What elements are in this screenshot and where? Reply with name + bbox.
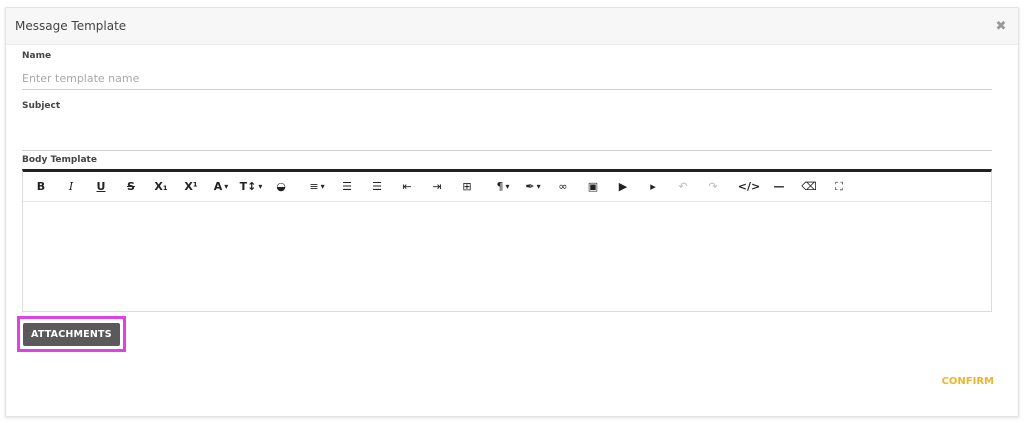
italic-button[interactable]: I bbox=[59, 177, 83, 197]
close-icon[interactable]: ✖ bbox=[994, 19, 1008, 34]
eraser-icon[interactable]: ⌫ bbox=[797, 177, 821, 197]
image-icon[interactable]: ▣ bbox=[581, 177, 605, 197]
underline-button[interactable]: U bbox=[89, 177, 113, 197]
outdent-icon[interactable]: ⇤ bbox=[395, 177, 419, 197]
indent-icon[interactable]: ⇥ bbox=[425, 177, 449, 197]
rich-text-editor: B I U S X₁ X¹ A T↕ ◒ ≡ ☰ ☰ ⇤ ⇥ ⊞ ¶ ✒ ∞ ▣… bbox=[22, 169, 992, 312]
paragraph-dropdown[interactable]: ¶ bbox=[491, 177, 515, 197]
attachments-button[interactable]: ATTACHMENTS bbox=[23, 323, 120, 346]
video-icon[interactable]: ▶ bbox=[611, 177, 635, 197]
bold-button[interactable]: B bbox=[29, 177, 53, 197]
fullscreen-icon[interactable]: ⛶ bbox=[827, 177, 851, 197]
horizontal-rule-icon[interactable]: — bbox=[767, 177, 791, 197]
table-icon[interactable]: ⊞ bbox=[455, 177, 479, 197]
modal-title: Message Template bbox=[15, 19, 127, 33]
subscript-button[interactable]: X₁ bbox=[149, 177, 173, 197]
subject-input[interactable] bbox=[22, 112, 992, 151]
redo-icon[interactable]: ↷ bbox=[701, 177, 725, 197]
editor-content-area[interactable] bbox=[23, 202, 991, 312]
subject-label: Subject bbox=[22, 101, 61, 111]
align-dropdown[interactable]: ≡ bbox=[305, 177, 329, 197]
body-template-label: Body Template bbox=[22, 155, 97, 165]
font-size-dropdown[interactable]: T↕ bbox=[239, 177, 263, 197]
attachments-highlight: ATTACHMENTS bbox=[17, 316, 126, 352]
strikethrough-button[interactable]: S bbox=[119, 177, 143, 197]
link-icon[interactable]: ∞ bbox=[551, 177, 575, 197]
modal-header: Message Template ✖ bbox=[6, 8, 1018, 45]
ink-icon[interactable]: ◒ bbox=[269, 177, 293, 197]
undo-icon[interactable]: ↶ bbox=[671, 177, 695, 197]
cursor-icon[interactable]: ▸ bbox=[641, 177, 665, 197]
confirm-button[interactable]: CONFIRM bbox=[942, 376, 994, 387]
code-view-icon[interactable]: </> bbox=[737, 177, 761, 197]
subject-field: Subject bbox=[22, 93, 992, 151]
superscript-button[interactable]: X¹ bbox=[179, 177, 203, 197]
font-color-dropdown[interactable]: A bbox=[209, 177, 233, 197]
style-dropdown[interactable]: ✒ bbox=[521, 177, 545, 197]
name-field: Name bbox=[22, 43, 992, 90]
name-input[interactable] bbox=[22, 62, 992, 90]
ordered-list-icon[interactable]: ☰ bbox=[335, 177, 359, 197]
editor-toolbar: B I U S X₁ X¹ A T↕ ◒ ≡ ☰ ☰ ⇤ ⇥ ⊞ ¶ ✒ ∞ ▣… bbox=[23, 172, 991, 202]
name-label: Name bbox=[22, 51, 52, 61]
unordered-list-icon[interactable]: ☰ bbox=[365, 177, 389, 197]
